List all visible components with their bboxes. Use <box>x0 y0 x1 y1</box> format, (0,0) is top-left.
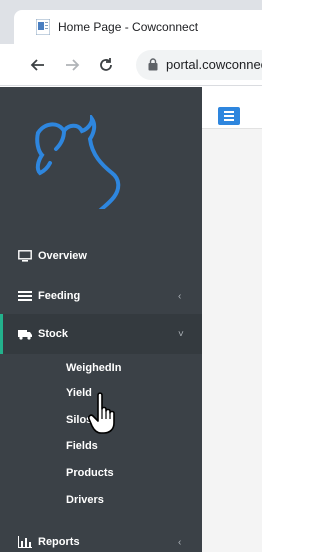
chevron-left-icon: ‹ <box>178 536 182 548</box>
submenu-item-fields[interactable]: Fields <box>66 440 98 452</box>
tab-title: Home Page - Cowconnect <box>58 20 199 34</box>
content-header <box>202 87 262 129</box>
page-favicon-icon <box>36 19 50 35</box>
browser-window: Home Page - Cowconnect portal.cowconne O… <box>0 0 262 552</box>
arrow-right-icon <box>66 59 80 71</box>
submenu-item-products[interactable]: Products <box>66 467 114 479</box>
list-icon <box>18 291 32 301</box>
address-bar[interactable]: portal.cowconnect.co.nz <box>136 50 262 80</box>
url-text: portal.cowconnect.co.nz <box>166 57 262 72</box>
lock-icon <box>148 58 158 71</box>
sidebar-item-label: Feeding <box>38 290 81 302</box>
main-content <box>202 87 262 552</box>
hamburger-menu-button[interactable] <box>218 107 240 125</box>
arrow-left-icon <box>30 59 44 71</box>
sidebar-item-overview[interactable]: Overview <box>0 236 202 276</box>
sidebar-item-label: Overview <box>38 250 87 262</box>
sidebar-item-reports[interactable]: Reports ‹ <box>0 522 202 552</box>
reload-button[interactable] <box>96 55 116 75</box>
forward-button[interactable] <box>62 55 82 75</box>
submenu-item-drivers[interactable]: Drivers <box>66 494 104 506</box>
sidebar-item-stock[interactable]: Stock ˅ <box>0 314 202 354</box>
tab-bar: Home Page - Cowconnect <box>0 0 262 44</box>
submenu-item-weighedin[interactable]: WeighedIn <box>66 362 121 374</box>
bar-chart-icon <box>18 536 32 548</box>
monitor-icon <box>18 250 32 262</box>
chevron-down-icon: ˅ <box>178 328 184 340</box>
browser-toolbar: portal.cowconnect.co.nz <box>0 44 262 86</box>
hand-pointer-cursor-icon <box>88 392 115 434</box>
hamburger-line <box>224 119 234 121</box>
sidebar-item-feeding[interactable]: Feeding ‹ <box>0 276 202 316</box>
cow-head-logo-icon <box>35 115 121 209</box>
browser-tab[interactable]: Home Page - Cowconnect <box>14 10 262 44</box>
chevron-left-icon: ‹ <box>178 290 182 302</box>
back-button[interactable] <box>28 55 48 75</box>
reload-icon <box>100 58 112 71</box>
hamburger-line <box>224 111 234 113</box>
truck-icon <box>18 330 32 340</box>
sidebar: Overview Feeding ‹ Stock ˅ WeighedIn Yie… <box>0 87 202 552</box>
hamburger-line <box>224 115 234 117</box>
sidebar-item-label: Reports <box>38 536 80 548</box>
sidebar-item-label: Stock <box>38 328 68 340</box>
